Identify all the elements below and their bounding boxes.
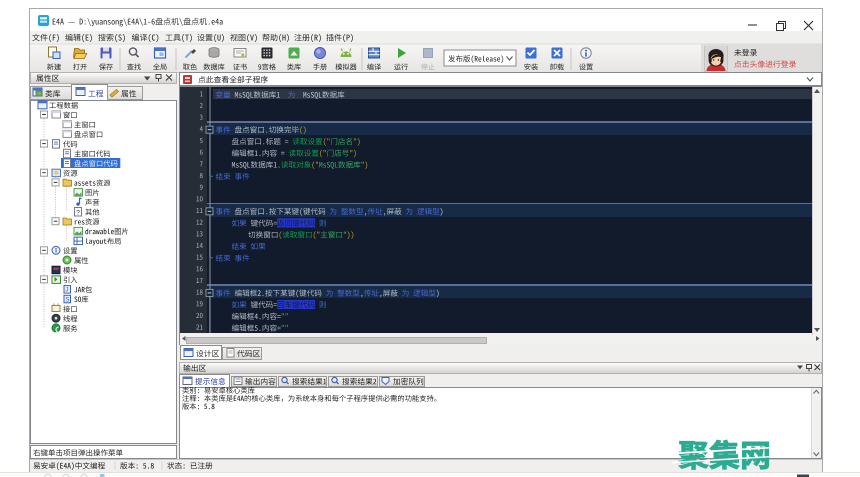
svg-text:?: ?	[76, 209, 80, 216]
svg-text:J: J	[66, 288, 69, 294]
svg-text:S: S	[66, 297, 70, 303]
